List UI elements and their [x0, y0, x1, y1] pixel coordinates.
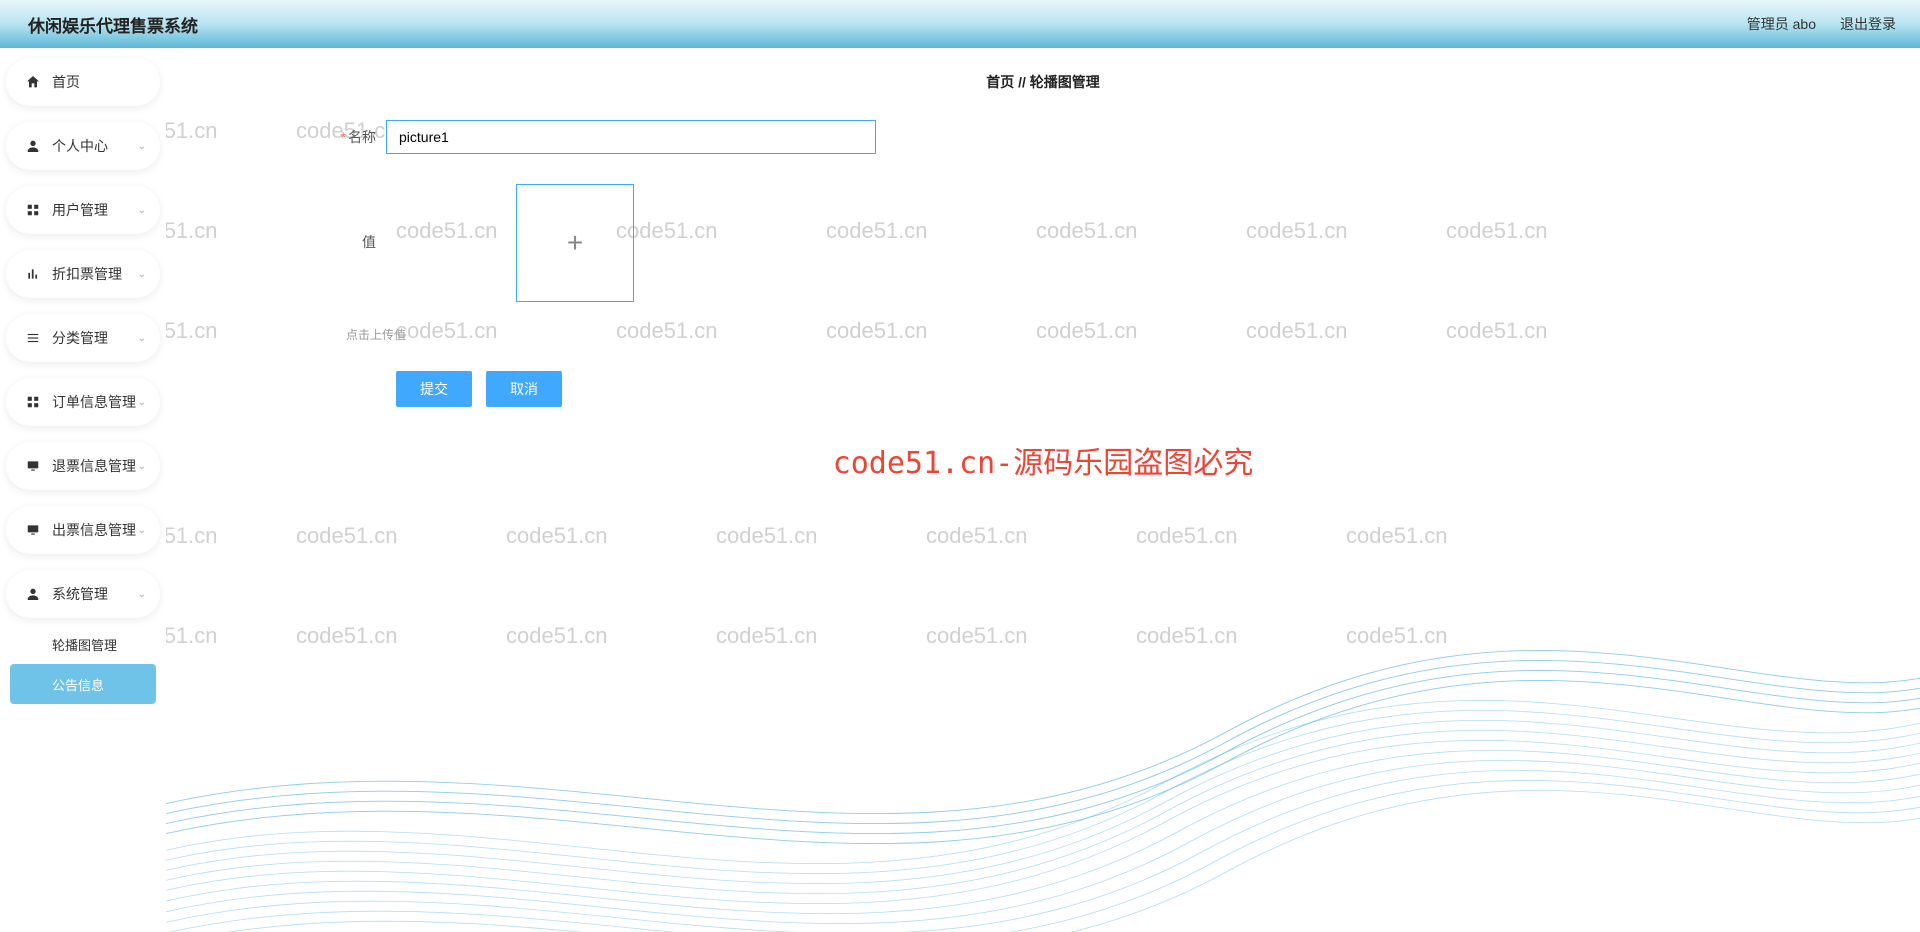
grid-icon: [24, 201, 42, 219]
monitor-icon: [24, 457, 42, 475]
user-icon: [24, 137, 42, 155]
main-content: code51.cn code51.cn code51.cn code51.cn …: [166, 48, 1920, 932]
sidebar-item-users[interactable]: 用户管理 ⌄: [6, 186, 160, 234]
name-label: *名称: [206, 127, 386, 147]
admin-info[interactable]: 管理员 abo: [1747, 14, 1816, 34]
sidebar-sub-label: 轮播图管理: [52, 635, 117, 654]
home-icon: [24, 73, 42, 91]
chevron-down-icon: ⌄: [138, 269, 146, 280]
monitor-icon: [24, 521, 42, 539]
chevron-down-icon: ⌄: [138, 397, 146, 408]
form-area: *名称 值 + 点击上传值 提交 取消: [166, 110, 1920, 407]
big-watermark: code51.cn-源码乐园盗图必究: [833, 438, 1254, 482]
breadcrumb: 首页 // 轮播图管理: [166, 48, 1920, 110]
submit-button[interactable]: 提交: [396, 371, 472, 407]
sidebar-item-issue[interactable]: 出票信息管理 ⌄: [6, 506, 160, 554]
sidebar-item-orders[interactable]: 订单信息管理 ⌄: [6, 378, 160, 426]
header-actions: 管理员 abo 退出登录: [1747, 14, 1896, 34]
header: 休闲娱乐代理售票系统 管理员 abo 退出登录: [0, 0, 1920, 48]
list-icon: [24, 329, 42, 347]
cancel-button[interactable]: 取消: [486, 371, 562, 407]
wave-background: [166, 482, 1920, 932]
chevron-down-icon: ⌄: [138, 333, 146, 344]
sidebar-item-label: 退票信息管理: [52, 456, 138, 476]
app-title: 休闲娱乐代理售票系统: [28, 12, 198, 37]
sidebar-item-refund[interactable]: 退票信息管理 ⌄: [6, 442, 160, 490]
name-input[interactable]: [386, 120, 876, 154]
sidebar-item-category[interactable]: 分类管理 ⌄: [6, 314, 160, 362]
sidebar-item-label: 订单信息管理: [52, 392, 138, 412]
chevron-down-icon: ⌄: [138, 589, 146, 600]
sidebar-item-profile[interactable]: 个人中心 ⌄: [6, 122, 160, 170]
sidebar-sub-notice[interactable]: 公告信息: [10, 664, 156, 704]
upload-hint: 点击上传值: [346, 326, 406, 343]
sidebar-item-label: 分类管理: [52, 328, 138, 348]
sidebar-item-label: 折扣票管理: [52, 264, 138, 284]
chevron-down-icon: ⌄: [138, 141, 146, 152]
sidebar-sub-carousel[interactable]: 轮播图管理: [6, 624, 160, 664]
user-icon: [24, 585, 42, 603]
sidebar-item-label: 出票信息管理: [52, 520, 138, 540]
breadcrumb-home[interactable]: 首页: [986, 74, 1014, 90]
chevron-down-icon: ⌄: [138, 205, 146, 216]
sidebar-item-label: 首页: [52, 72, 146, 92]
upload-box[interactable]: +: [516, 184, 634, 302]
sidebar-sub-label: 公告信息: [52, 675, 104, 694]
sidebar-item-home[interactable]: 首页: [6, 58, 160, 106]
chevron-down-icon: ⌄: [138, 461, 146, 472]
bar-icon: [24, 265, 42, 283]
plus-icon: +: [567, 227, 583, 259]
chevron-down-icon: ⌄: [138, 525, 146, 536]
breadcrumb-current: 轮播图管理: [1030, 74, 1100, 90]
sidebar: 首页 个人中心 ⌄ 用户管理 ⌄ 折扣票管理 ⌄ 分类管理 ⌄ 订单信息管理 ⌄: [0, 48, 166, 932]
logout-link[interactable]: 退出登录: [1840, 14, 1896, 34]
sidebar-item-label: 系统管理: [52, 584, 138, 604]
sidebar-item-system[interactable]: 系统管理 ⌄: [6, 570, 160, 618]
grid-icon: [24, 393, 42, 411]
sidebar-item-label: 个人中心: [52, 136, 138, 156]
sidebar-item-discount[interactable]: 折扣票管理 ⌄: [6, 250, 160, 298]
sidebar-item-label: 用户管理: [52, 200, 138, 220]
value-label: 值: [206, 184, 386, 252]
breadcrumb-sep: //: [1014, 74, 1030, 90]
